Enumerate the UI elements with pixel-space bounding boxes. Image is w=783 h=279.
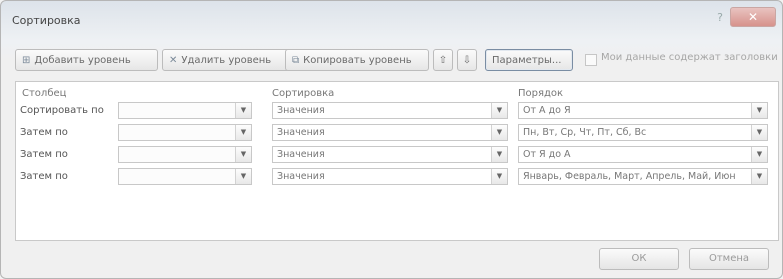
cancel-button[interactable]: Отмена <box>689 248 769 270</box>
copy-level-icon: ⧉ <box>292 55 300 66</box>
chevron-down-icon[interactable]: ▼ <box>235 103 251 118</box>
add-level-label: Добавить уровень <box>34 55 131 66</box>
sort-on-select[interactable]: Значения ▼ <box>272 102 508 119</box>
close-icon: ✕ <box>747 10 759 24</box>
sort-on-select[interactable]: Значения ▼ <box>272 124 508 141</box>
options-label: Параметры... <box>492 55 562 66</box>
row-label: Затем по <box>20 171 68 182</box>
sort-on-value: Значения <box>277 149 325 160</box>
headers-checkbox[interactable] <box>585 54 597 66</box>
toolbar: ⊞ Добавить уровень ✕ Удалить уровень ⧉ Копи… <box>15 49 778 73</box>
arrow-down-icon: ⇩ <box>462 55 472 66</box>
chevron-down-icon[interactable]: ▼ <box>751 103 767 118</box>
sort-dialog: Сортировка ? ✕ ⊞ Добавить уровень ✕ Удалит… <box>0 0 783 279</box>
order-value: Январь, Февраль, Март, Апрель, Май, Июн <box>523 171 736 182</box>
order-select[interactable]: Пн, Вт, Ср, Чт, Пт, Сб, Вс ▼ <box>518 124 768 141</box>
chevron-down-icon[interactable]: ▼ <box>491 125 507 140</box>
chevron-down-icon[interactable]: ▼ <box>235 169 251 184</box>
sort-on-value: Значения <box>277 105 325 116</box>
chevron-down-icon[interactable]: ▼ <box>491 103 507 118</box>
chevron-down-icon[interactable]: ▼ <box>751 125 767 140</box>
sort-level-row[interactable]: Затем по ▼ Значения ▼ От Я до А ▼ <box>16 144 778 166</box>
row-label: Затем по <box>20 149 68 160</box>
row-label: Затем по <box>20 127 68 138</box>
copy-level-label: Копировать уровень <box>303 55 412 66</box>
sort-on-select[interactable]: Значения ▼ <box>272 146 508 163</box>
order-select[interactable]: Январь, Февраль, Март, Апрель, Май, Июн … <box>518 168 768 185</box>
headers-checkbox-label: Мои данные содержат заголовки <box>601 52 778 63</box>
chevron-down-icon[interactable]: ▼ <box>235 125 251 140</box>
help-icon[interactable]: ? <box>711 11 729 25</box>
column-select[interactable]: ▼ <box>118 102 252 119</box>
title-bar: Сортировка ? ✕ <box>1 1 782 37</box>
order-header: Порядок <box>518 88 564 99</box>
close-button[interactable]: ✕ <box>730 7 776 27</box>
sort-levels-grid: Столбец Сортировка Порядок Сортировать п… <box>15 81 779 241</box>
delete-level-label: Удалить уровень <box>181 55 272 66</box>
sort-level-row[interactable]: Затем по ▼ Значения ▼ Январь, Февраль, М… <box>16 166 778 188</box>
column-select[interactable]: ▼ <box>118 146 252 163</box>
order-value: От Я до А <box>523 149 571 160</box>
sort-level-row[interactable]: Затем по ▼ Значения ▼ Пн, Вт, Ср, Чт, Пт… <box>16 122 778 144</box>
order-select[interactable]: От А до Я ▼ <box>518 102 768 119</box>
move-up-button[interactable]: ⇧ <box>433 49 453 71</box>
add-level-icon: ⊞ <box>22 55 31 66</box>
column-select[interactable]: ▼ <box>118 168 252 185</box>
order-value: От А до Я <box>523 105 571 116</box>
move-down-button[interactable]: ⇩ <box>457 49 477 71</box>
chevron-down-icon[interactable]: ▼ <box>751 169 767 184</box>
chevron-down-icon[interactable]: ▼ <box>235 147 251 162</box>
sort-level-row[interactable]: Сортировать по ▼ Значения ▼ От А до Я ▼ <box>16 100 778 122</box>
options-button[interactable]: Параметры... <box>485 49 573 71</box>
add-level-button[interactable]: ⊞ Добавить уровень <box>15 49 158 71</box>
order-value: Пн, Вт, Ср, Чт, Пт, Сб, Вс <box>523 127 647 138</box>
chevron-down-icon[interactable]: ▼ <box>491 147 507 162</box>
sort-on-value: Значения <box>277 127 325 138</box>
arrow-up-icon: ⇧ <box>438 55 448 66</box>
dialog-title: Сортировка <box>12 14 81 27</box>
row-label: Сортировать по <box>20 105 104 116</box>
sort-on-value: Значения <box>277 171 325 182</box>
column-select[interactable]: ▼ <box>118 124 252 141</box>
column-header: Столбец <box>22 88 67 99</box>
delete-level-button[interactable]: ✕ Удалить уровень <box>162 49 290 71</box>
chevron-down-icon[interactable]: ▼ <box>751 147 767 162</box>
copy-level-button[interactable]: ⧉ Копировать уровень <box>285 49 429 71</box>
order-select[interactable]: От Я до А ▼ <box>518 146 768 163</box>
sort-on-select[interactable]: Значения ▼ <box>272 168 508 185</box>
sort-on-header: Сортировка <box>272 88 335 99</box>
chevron-down-icon[interactable]: ▼ <box>491 169 507 184</box>
ok-button[interactable]: ОК <box>599 248 679 270</box>
delete-level-icon: ✕ <box>169 55 178 66</box>
